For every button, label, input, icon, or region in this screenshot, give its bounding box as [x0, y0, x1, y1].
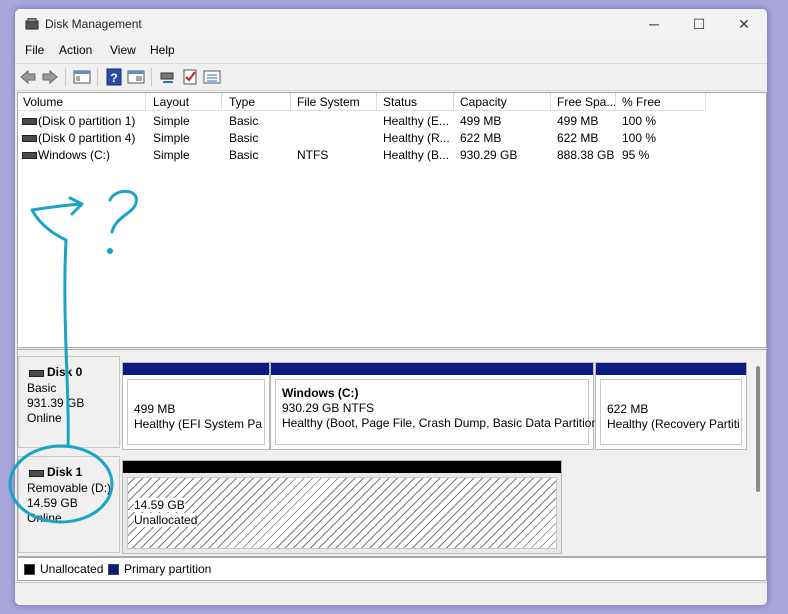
disk-management-window: Disk Management ─ ☐ ✕ File Action View H…: [14, 8, 768, 606]
toolbar: ?: [15, 63, 767, 91]
column-header-status[interactable]: Status: [378, 93, 454, 111]
volume-percent-free: 95 %: [622, 148, 650, 162]
menu-action[interactable]: Action: [59, 43, 92, 57]
unallocated-body: 14.59 GB Unallocated: [127, 477, 557, 549]
partition-size: 622 MB: [607, 402, 649, 416]
unallocated-bar: [123, 461, 561, 473]
volume-type: Basic: [229, 114, 259, 128]
disk-1-label[interactable]: Disk 1 Removable (D:) 14.59 GB Online: [18, 456, 120, 553]
volume-name: (Disk 0 partition 1): [38, 114, 136, 128]
volume-layout: Simple: [153, 114, 190, 128]
volume-status: Healthy (E...: [383, 114, 450, 128]
volume-capacity: 622 MB: [460, 131, 502, 145]
disk-icon: [29, 366, 47, 380]
minimize-button[interactable]: ─: [631, 9, 677, 39]
legend-bar: Unallocated Primary partition: [17, 557, 767, 581]
column-header-file-system[interactable]: File System: [292, 93, 377, 111]
vertical-scrollbar[interactable]: [756, 366, 760, 492]
disk-0-name: Disk 0: [47, 365, 83, 379]
connect-icon[interactable]: [159, 68, 177, 86]
volume-free-space: 888.38 GB: [557, 148, 615, 162]
column-header-type[interactable]: Type: [224, 93, 291, 111]
toolbar-separator: [65, 68, 66, 86]
primary-partition-bar: [596, 363, 746, 375]
partition-efi[interactable]: 499 MB Healthy (EFI System Parti: [122, 362, 270, 450]
column-header-percent-free[interactable]: % Free: [617, 93, 706, 111]
column-header-layout[interactable]: Layout: [148, 93, 222, 111]
disk-1-name: Disk 1: [47, 465, 83, 479]
back-icon[interactable]: [19, 68, 37, 86]
legend-label-unallocated: Unallocated: [40, 562, 104, 576]
partition-size: 930.29 GB NTFS: [282, 401, 375, 415]
volume-status: Healthy (B...: [383, 148, 450, 162]
partition-unallocated[interactable]: 14.59 GB Unallocated: [122, 460, 562, 554]
disk-1-type: Removable (D:): [27, 481, 112, 495]
partition-status: Unallocated: [134, 513, 198, 527]
close-button[interactable]: ✕: [721, 9, 767, 39]
disk-0-type: Basic: [27, 381, 57, 395]
partition-body: 622 MB Healthy (Recovery Partitio: [600, 379, 742, 445]
toolbar-separator: [97, 68, 98, 86]
volume-name: Windows (C:): [38, 148, 111, 162]
list-icon[interactable]: [203, 68, 221, 86]
svg-text:?: ?: [110, 71, 117, 85]
partition-body: Windows (C:) 930.29 GB NTFS Healthy (Boo…: [275, 379, 602, 445]
volume-name: (Disk 0 partition 4): [38, 131, 136, 145]
volume-layout: Simple: [153, 148, 190, 162]
volume-layout: Simple: [153, 131, 190, 145]
legend-label-primary: Primary partition: [124, 562, 212, 576]
column-header-free-space[interactable]: Free Spa...: [552, 93, 616, 111]
menu-help[interactable]: Help: [150, 43, 175, 57]
volume-list-pane: Volume Layout Type File System Status Ca…: [17, 92, 767, 348]
disk-1-size: 14.59 GB: [27, 496, 78, 510]
volume-capacity: 930.29 GB: [460, 148, 518, 162]
disk-icon: [29, 466, 47, 480]
partition-status: Healthy (EFI System Parti: [134, 417, 262, 431]
partition-status: Healthy (Recovery Partitio: [607, 417, 739, 431]
partition-size: 14.59 GB: [134, 498, 185, 512]
title-bar[interactable]: Disk Management ─ ☐ ✕: [15, 9, 767, 39]
disk-management-app-icon: [25, 18, 39, 30]
disk-1-status: Online: [27, 511, 62, 525]
forward-icon[interactable]: [41, 68, 59, 86]
properties-icon[interactable]: [127, 68, 145, 86]
window-title: Disk Management: [45, 17, 142, 31]
maximize-button[interactable]: ☐: [676, 9, 722, 39]
check-icon[interactable]: [181, 68, 199, 86]
volume-type: Basic: [229, 148, 259, 162]
volume-free-space: 499 MB: [557, 114, 599, 128]
partition-size: 499 MB: [134, 402, 176, 416]
volume-free-space: 622 MB: [557, 131, 599, 145]
volume-file-system: NTFS: [297, 148, 329, 162]
volume-type: Basic: [229, 131, 259, 145]
partition-recovery[interactable]: 622 MB Healthy (Recovery Partitio: [595, 362, 747, 450]
partition-windows-c[interactable]: Windows (C:) 930.29 GB NTFS Healthy (Boo…: [270, 362, 602, 450]
legend-swatch-primary: [108, 564, 119, 575]
partition-title: Windows (C:): [282, 386, 359, 400]
menu-file[interactable]: File: [25, 43, 44, 57]
partition-status: Healthy (Boot, Page File, Crash Dump, Ba…: [282, 416, 603, 430]
menu-view[interactable]: View: [110, 43, 136, 57]
disk-graphical-pane: Disk 0 Basic 931.39 GB Online 499 MB Hea…: [17, 349, 767, 557]
legend-swatch-unallocated: [24, 564, 35, 575]
disk-0-status: Online: [27, 411, 62, 425]
volume-status: Healthy (R...: [383, 131, 450, 145]
help-icon[interactable]: ?: [105, 68, 123, 86]
primary-partition-bar: [271, 363, 593, 375]
column-header-capacity[interactable]: Capacity: [455, 93, 551, 111]
primary-partition-bar: [123, 363, 269, 375]
disk-0-size: 931.39 GB: [27, 396, 85, 410]
console-tree-icon[interactable]: [73, 68, 91, 86]
menu-bar: File Action View Help: [15, 39, 767, 61]
volume-percent-free: 100 %: [622, 131, 657, 145]
volume-percent-free: 100 %: [622, 114, 657, 128]
toolbar-separator: [151, 68, 152, 86]
partition-body: 499 MB Healthy (EFI System Parti: [127, 379, 265, 445]
disk-0-label[interactable]: Disk 0 Basic 931.39 GB Online: [18, 356, 120, 448]
volume-capacity: 499 MB: [460, 114, 502, 128]
column-header-volume[interactable]: Volume: [18, 93, 146, 111]
status-bar: [15, 582, 767, 605]
